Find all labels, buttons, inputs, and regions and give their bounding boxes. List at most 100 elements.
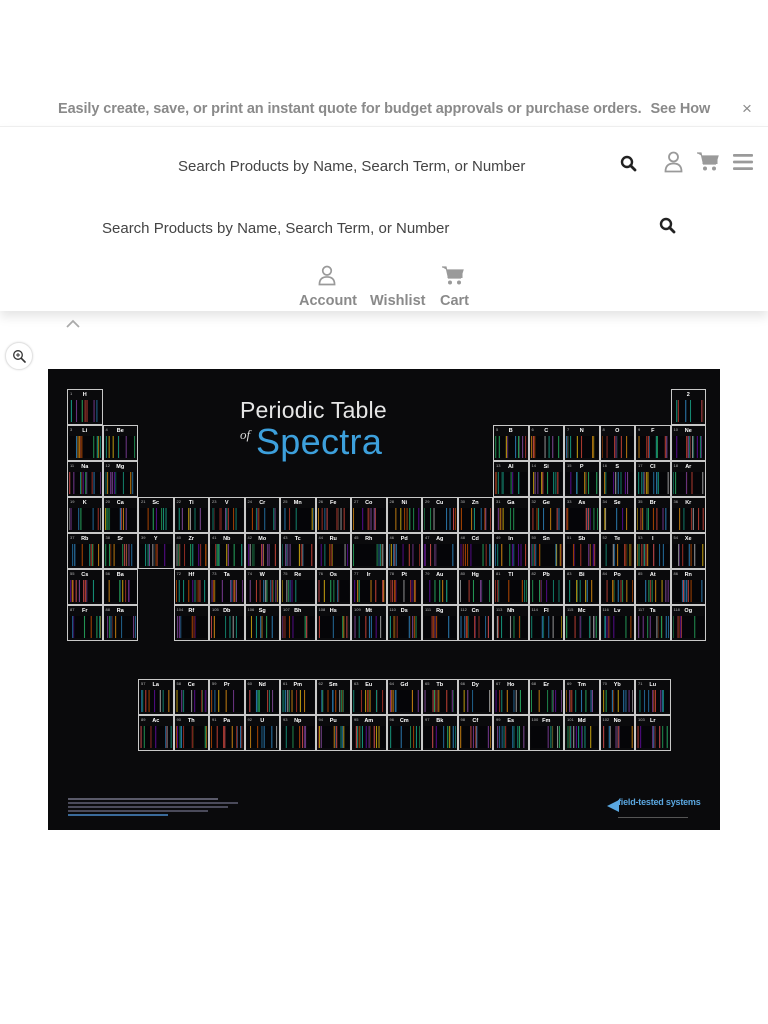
emission-spectrum — [495, 544, 527, 566]
element-symbol: Sb — [578, 536, 586, 542]
user-icon[interactable] — [664, 151, 683, 173]
element-cell: 58 Ce — [173, 679, 209, 715]
emission-spectrum — [566, 726, 598, 748]
see-how-link[interactable]: See How — [650, 101, 710, 117]
brand-rule — [618, 817, 688, 818]
emission-spectrum — [672, 544, 704, 566]
emission-spectrum — [282, 544, 314, 566]
element-cell: 42 Mo — [244, 533, 280, 569]
emission-spectrum — [175, 726, 207, 748]
poster-title-of: of — [240, 427, 251, 442]
element-symbol: Rh — [365, 536, 373, 542]
element-cell: 91 Pa — [209, 715, 245, 751]
emission-spectrum — [637, 690, 669, 712]
site-header: Account Wishlist Cart — [0, 126, 768, 311]
element-cell: 114 Fl — [528, 605, 564, 641]
element-cell: 71 Lu — [635, 679, 671, 715]
emission-spectrum — [672, 580, 704, 602]
element-cell: 46 Pd — [386, 533, 422, 569]
element-symbol: Ti — [188, 500, 194, 506]
emission-spectrum — [104, 472, 136, 494]
emission-spectrum — [317, 580, 349, 602]
element-symbol: O — [615, 428, 620, 434]
brand-name: field-tested systems — [618, 797, 701, 807]
element-symbol: Nd — [258, 682, 266, 688]
nav-wishlist[interactable]: Wishlist — [368, 265, 430, 313]
element-symbol: Mn — [293, 500, 302, 506]
emission-spectrum — [601, 690, 633, 712]
emission-spectrum — [69, 436, 101, 458]
search-icon[interactable] — [659, 217, 676, 234]
nav-account[interactable]: Account — [296, 265, 358, 313]
emission-spectrum — [637, 726, 669, 748]
element-cell: 103 Lr — [635, 715, 671, 751]
element-cell: 2 — [670, 389, 706, 425]
element-symbol: Dy — [471, 682, 479, 688]
element-symbol: Al — [508, 464, 514, 470]
element-symbol: Re — [294, 572, 302, 578]
product-image[interactable]: Periodic Table of Spectra 1 H 2 3 Li 4 Be 5 B 6 C 7… — [48, 369, 720, 830]
emission-spectrum — [246, 544, 278, 566]
emission-spectrum — [69, 580, 101, 602]
element-symbol: Eu — [365, 682, 373, 688]
element-symbol: Mo — [258, 536, 267, 542]
element-symbol: Og — [684, 608, 693, 614]
emission-spectrum — [530, 690, 562, 712]
zoom-button[interactable] — [5, 342, 33, 370]
search-icon[interactable] — [620, 155, 637, 172]
emission-spectrum — [246, 508, 278, 530]
element-symbol: C — [544, 428, 549, 434]
element-symbol: F — [651, 428, 655, 434]
search-input-main[interactable] — [100, 216, 644, 240]
chevron-up-icon[interactable] — [64, 318, 82, 330]
emission-spectrum — [104, 544, 136, 566]
cart-icon[interactable] — [697, 152, 719, 172]
element-cell: 35 Br — [635, 497, 671, 533]
element-cell: 18 Ar — [670, 461, 706, 497]
menu-icon[interactable] — [732, 153, 754, 171]
account-nav: Account Wishlist Cart — [296, 265, 496, 313]
element-symbol: Ge — [542, 500, 550, 506]
zoom-in-icon — [13, 350, 26, 363]
element-cell: 56 Ba — [102, 569, 138, 605]
element-cell: 69 Tm — [564, 679, 600, 715]
element-cell: 111 Rg — [422, 605, 458, 641]
emission-spectrum — [211, 580, 243, 602]
search-input-top[interactable] — [176, 154, 650, 178]
emission-spectrum — [353, 690, 385, 712]
element-symbol: U — [260, 718, 265, 724]
emission-spectrum — [211, 726, 243, 748]
element-cell: 110 Ds — [386, 605, 422, 641]
close-icon[interactable]: × — [742, 99, 752, 119]
element-cell: 97 Bk — [422, 715, 458, 751]
element-symbol: Rb — [81, 536, 89, 542]
element-symbol: At — [649, 572, 656, 578]
element-symbol: Nb — [223, 536, 231, 542]
emission-spectrum — [495, 436, 527, 458]
nav-cart[interactable]: Cart — [436, 265, 476, 313]
element-cell: 99 Es — [493, 715, 529, 751]
element-symbol: Md — [577, 718, 586, 724]
emission-spectrum — [175, 508, 207, 530]
element-cell: 63 Eu — [351, 679, 387, 715]
element-symbol: S — [615, 464, 620, 470]
emission-spectrum — [424, 580, 456, 602]
element-symbol: Br — [649, 500, 656, 506]
element-symbol: Co — [365, 500, 373, 506]
element-cell: 12 Mg — [102, 461, 138, 497]
element-cell: 75 Re — [280, 569, 316, 605]
element-cell: 108 Hs — [315, 605, 351, 641]
emission-spectrum — [459, 580, 491, 602]
element-cell: 49 In — [493, 533, 529, 569]
nav-cart-label: Cart — [440, 293, 470, 309]
emission-spectrum — [175, 616, 207, 638]
element-cell: 19 K — [67, 497, 103, 533]
element-cell: 96 Cm — [386, 715, 422, 751]
element-symbol: 2 — [686, 392, 690, 398]
emission-spectrum — [495, 690, 527, 712]
emission-spectrum — [246, 726, 278, 748]
element-cell: 54 Xe — [670, 533, 706, 569]
element-cell: 81 Tl — [493, 569, 529, 605]
element-cell: 72 Hf — [173, 569, 209, 605]
emission-spectrum — [637, 472, 669, 494]
